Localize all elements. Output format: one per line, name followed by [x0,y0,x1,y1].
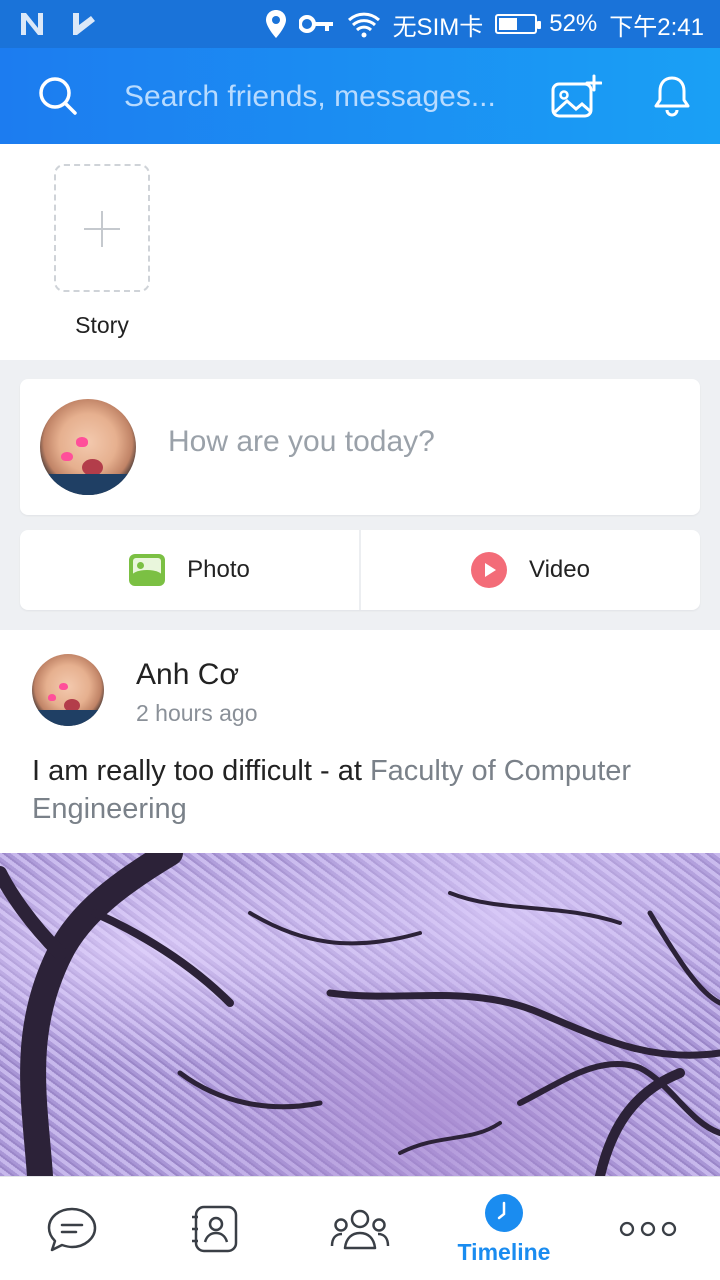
nav-contacts[interactable] [144,1177,288,1280]
n-notification-icon [21,13,43,35]
feed-post: Anh Cơ 2 hours ago I am really too diffi… [0,630,720,1176]
add-photo-icon[interactable] [550,74,602,120]
nav-groups[interactable] [288,1177,432,1280]
nav-more[interactable] [576,1177,720,1280]
contacts-icon [192,1205,238,1252]
search-icon[interactable] [36,74,80,118]
video-label: Video [529,556,590,583]
nav-messages[interactable] [0,1177,144,1280]
check-notification-icon [73,13,95,35]
sim-status: 无SIM卡 [392,13,484,41]
vpn-key-icon [298,15,333,33]
author-avatar[interactable] [32,654,104,726]
cherry-blossom-branches [0,853,720,1176]
battery-percent: 52% [549,10,598,37]
battery-icon [495,14,542,34]
author-name[interactable]: Anh Cơ [136,658,239,692]
groups-icon [330,1209,390,1249]
avatar[interactable] [40,399,136,495]
media-bar: Photo Video [20,530,700,610]
post-text: I am really too difficult - at Faculty o… [32,755,632,825]
stories-section: Story [0,144,720,360]
video-button[interactable]: Video [359,530,700,610]
clock: 下午2:41 [609,13,704,41]
location-icon [265,10,286,38]
photo-icon [129,554,166,586]
messages-icon [47,1207,97,1251]
photo-button[interactable]: Photo [20,530,359,610]
story-label: Story [75,312,129,338]
photo-label: Photo [187,556,250,583]
app-header [0,48,720,144]
compose-post-card[interactable]: How are you today? [20,379,700,515]
more-icon [619,1221,677,1236]
post-time: 2 hours ago [136,700,258,726]
search-input[interactable] [124,76,524,118]
post-photo[interactable] [0,853,720,1176]
compose-input[interactable]: How are you today? [168,425,435,459]
video-play-icon [471,552,508,588]
bottom-nav: Timeline [0,1176,720,1280]
timeline-icon [485,1194,523,1232]
add-story-button[interactable] [54,164,150,292]
nav-timeline[interactable]: Timeline [432,1177,576,1280]
status-bar: 无SIM卡 52% 下午2:41 [0,0,720,48]
nav-timeline-label: Timeline [457,1239,551,1265]
wifi-icon [347,12,380,38]
bell-icon[interactable] [652,74,692,118]
